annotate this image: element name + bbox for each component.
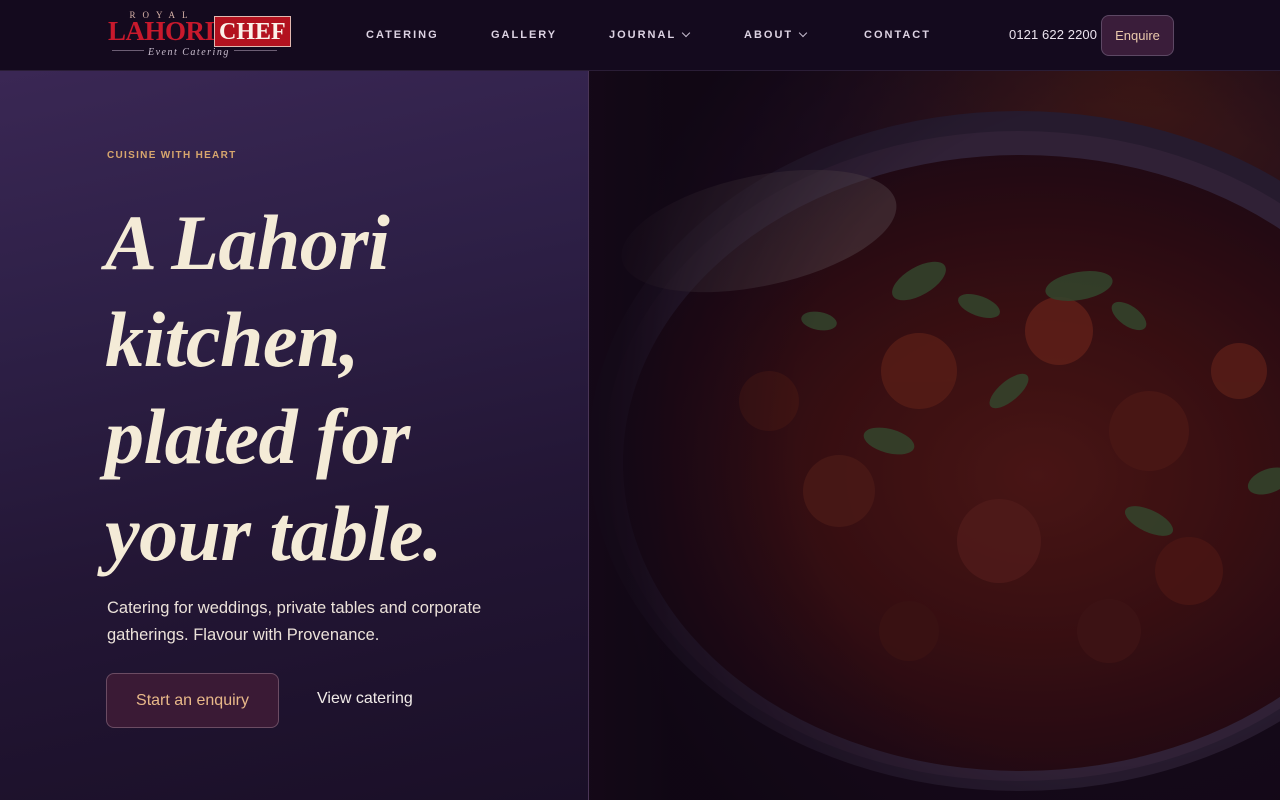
- nav-item-journal[interactable]: JOURNAL: [609, 28, 691, 42]
- logo-tagline: Event Catering: [144, 47, 234, 58]
- hero-divider: [588, 71, 589, 800]
- hero-food-image: [589, 71, 1280, 800]
- site-header: ROYAL LAHORI CHEF Event Catering CATERIN…: [0, 0, 1280, 71]
- nav-item-about[interactable]: ABOUT: [744, 28, 808, 42]
- nav-item-gallery[interactable]: GALLERY: [491, 28, 557, 42]
- curry-bowl-illustration: [589, 71, 1280, 800]
- nav-item-label: CATERING: [366, 29, 439, 41]
- nav-item-catering[interactable]: CATERING: [366, 28, 439, 42]
- headline-line: your table.: [105, 490, 442, 577]
- nav-item-label: JOURNAL: [609, 29, 677, 41]
- headline-line: plated for: [105, 393, 410, 480]
- nav-item-label: CONTACT: [864, 29, 931, 41]
- headline-line: A Lahori: [105, 199, 390, 286]
- hero-headline: A Lahori kitchen, plated for your table.: [105, 194, 575, 582]
- chevron-down-icon: [681, 28, 691, 38]
- view-catering-link[interactable]: View catering: [317, 690, 413, 708]
- headline-line: kitchen,: [105, 296, 359, 383]
- hero-eyebrow: CUISINE WITH HEART: [107, 150, 237, 161]
- chevron-down-icon: [798, 28, 808, 38]
- nav-item-contact[interactable]: CONTACT: [864, 28, 931, 42]
- start-enquiry-button[interactable]: Start an enquiry: [106, 673, 279, 728]
- nav-item-label: ABOUT: [744, 29, 794, 41]
- nav-item-label: GALLERY: [491, 29, 558, 41]
- hero-subtext: Catering for weddings, private tables an…: [107, 599, 482, 644]
- enquire-button[interactable]: Enquire: [1101, 15, 1174, 56]
- phone-link[interactable]: 0121 622 2200: [1009, 27, 1097, 42]
